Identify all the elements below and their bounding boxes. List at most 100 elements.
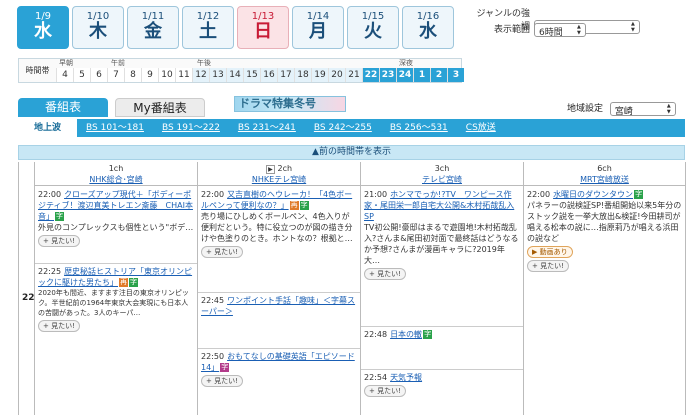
channel-number: 1ch (108, 164, 124, 173)
hour-cell[interactable]: 21 (345, 68, 362, 82)
want-to-watch-button[interactable]: + 見たい! (364, 385, 406, 397)
program-title[interactable]: 日本の轍 (390, 330, 422, 339)
hour-cell[interactable]: 9 (141, 68, 158, 82)
hour-cell[interactable]: 11 (175, 68, 192, 82)
program-title[interactable]: 水曜日のダウンタウン (553, 190, 633, 199)
program-desc: パネラーの説検証SP!番組開始以来5年分のストック説を一挙大放出&検証!今田耕司… (527, 201, 682, 243)
program-time: 22:00 (38, 190, 62, 199)
channel-column: 6ch MRT宮崎放送 22:00 水曜日のダウンタウン字 パネラーの説検証SP!… (524, 162, 686, 415)
hour-cell[interactable]: 4 (56, 68, 73, 82)
want-to-watch-label: 見たい! (540, 262, 564, 270)
region-label: 地域設定 (567, 104, 604, 114)
period-pm: 午後 (197, 59, 211, 67)
category-badge-icon: 字 (220, 363, 230, 372)
prev-timeslot-button[interactable]: ▲前の時間帯を表示 (18, 145, 685, 160)
day-tab[interactable]: 1/13 日 (237, 6, 289, 49)
hour-cell[interactable]: 5 (73, 68, 90, 82)
day-tab[interactable]: 1/9 水 (17, 6, 69, 49)
hour-cell[interactable]: 22 (362, 68, 379, 82)
tab-my-schedule[interactable]: My番組表 (115, 98, 205, 117)
want-to-watch-button[interactable]: + 見たい! (527, 260, 569, 272)
time-bar-label: 時間帯 (25, 66, 50, 75)
drama-banner[interactable]: ドラマ特集冬号 (234, 96, 346, 112)
hour-cell[interactable]: 12 (192, 68, 209, 82)
hour-cell[interactable]: 20 (328, 68, 345, 82)
hour-cell[interactable]: 15 (243, 68, 260, 82)
want-to-watch-button[interactable]: + 見たい! (38, 320, 80, 332)
want-to-watch-label: 見たい! (377, 387, 401, 395)
day-weekday: 月 (309, 21, 327, 42)
nav-bs-191[interactable]: BS 191～222 (153, 119, 229, 137)
hour-cell[interactable]: 1 (413, 68, 430, 82)
subtitle-badge-icon: 字 (129, 278, 138, 287)
program-title[interactable]: ワンポイント手話「趣味」＜字幕スーパー＞ (201, 296, 355, 316)
want-to-watch-label: 見たい! (214, 377, 238, 385)
range-label: 表示範囲 (493, 25, 530, 35)
channel-link[interactable]: NHK総合･宮崎 (89, 175, 142, 184)
want-to-watch-button[interactable]: + 見たい! (38, 235, 80, 247)
hour-cell[interactable]: 6 (90, 68, 107, 82)
day-tab[interactable]: 1/15 火 (347, 6, 399, 49)
hour-cell[interactable]: 7 (107, 68, 124, 82)
play-icon[interactable]: ▶ (265, 165, 275, 174)
nav-terrestrial[interactable]: 地上波 (18, 119, 78, 137)
program-desc: TV初公開!豪邸はまるで遊園地!木村拓哉乱入?さんま&尾田初対面で最終話はどうな… (364, 223, 519, 265)
nav-bs-256[interactable]: BS 256～531 (381, 119, 457, 137)
hour-cell[interactable]: 10 (158, 68, 175, 82)
channel-link[interactable]: MRT宮崎放送 (580, 175, 629, 184)
channel-header: 6ch MRT宮崎放送 (524, 162, 685, 186)
hour-cell[interactable]: 2 (430, 68, 447, 82)
program-cell: 22:50 おもてなしの基礎英語「エピソード14」字 + 見たい! (198, 349, 360, 415)
program-title[interactable]: 天気予報 (390, 373, 422, 382)
channel-link[interactable]: テレビ宮崎 (422, 175, 462, 184)
day-tab[interactable]: 1/14 月 (292, 6, 344, 49)
hour-cell[interactable]: 3 (447, 68, 464, 82)
want-to-watch-button[interactable]: + 見たい! (201, 246, 243, 258)
hour-cell[interactable]: 16 (260, 68, 277, 82)
day-tab[interactable]: 1/16 水 (402, 6, 454, 49)
program-cell: 21:00 ホンマでっか!?TV ワンピース作家・尾田栄一郎自宅大公開&木村拓哉乱… (361, 187, 523, 327)
program-title[interactable]: 歴史秘話ヒストリア「東京オリンピックに駆けた男たち」 (38, 267, 192, 287)
nav-bs-242[interactable]: BS 242～255 (305, 119, 381, 137)
program-time: 22:50 (201, 352, 225, 361)
date-tabs: 1/9 水 1/10 木 1/11 金 1/12 土 1/13 日 1/14 月 1/15 火… (17, 6, 457, 49)
program-cell: 22:25 歴史秘話ヒストリア「東京オリンピックに駆けた男たち」再字 2020年も… (35, 264, 197, 415)
hour-cell[interactable]: 8 (124, 68, 141, 82)
hour-cell[interactable]: 18 (294, 68, 311, 82)
time-bar: 時間帯 早朝 午前 午後 深夜 4 5 6 7 8 9 10 11 12 13 14 15 16 17 18… (18, 58, 464, 83)
channel-column: 3ch テレビ宮崎 21:00 ホンマでっか!?TV ワンピース作家・尾田栄一郎自… (361, 162, 524, 415)
program-time: 21:00 (364, 190, 388, 199)
want-to-watch-label: 見たい! (51, 237, 75, 245)
hour-cell[interactable]: 13 (209, 68, 226, 82)
day-tab[interactable]: 1/11 金 (127, 6, 179, 49)
nav-bs-101[interactable]: BS 101～181 (77, 119, 153, 137)
day-tab[interactable]: 1/12 土 (182, 6, 234, 49)
program-time: 22:25 (38, 267, 62, 276)
range-select[interactable]: 6時間 (534, 22, 586, 38)
program-cell: 22:48 日本の轍字 (361, 327, 523, 370)
hour-cell[interactable]: 23 (379, 68, 396, 82)
want-to-watch-button[interactable]: + 見たい! (201, 375, 243, 387)
hour-cell[interactable]: 17 (277, 68, 294, 82)
nav-bs-231[interactable]: BS 231～241 (229, 119, 305, 137)
period-late: 深夜 (399, 59, 413, 67)
hour-row-label-text: 22 (22, 293, 35, 303)
video-available-button[interactable]: ▶ 動画あり (527, 246, 573, 258)
region-select[interactable]: 宮崎 (609, 101, 676, 117)
broadcast-nav: 地上波 BS 101～181 BS 191～222 BS 231～241 BS … (18, 119, 685, 137)
hour-cell[interactable]: 24 (396, 68, 413, 82)
hour-cell[interactable]: 19 (311, 68, 328, 82)
hour-list: 4 5 6 7 8 9 10 11 12 13 14 15 16 17 18 19 20 21 22 23 24 1 2 3 (56, 68, 464, 82)
want-to-watch-button[interactable]: + 見たい! (364, 268, 406, 280)
subtitle-badge-icon: 字 (634, 190, 644, 199)
channel-number: 3ch (434, 164, 450, 173)
channel-link[interactable]: NHKEテレ宮崎 (252, 175, 306, 184)
nav-cs[interactable]: CS放送 (457, 119, 505, 137)
tab-schedule[interactable]: 番組表 (18, 98, 108, 117)
day-tab[interactable]: 1/10 木 (72, 6, 124, 49)
channel-header: 1ch NHK総合･宮崎 (35, 162, 197, 186)
subtitle-badge-icon: 字 (423, 330, 433, 339)
region-setting: 地域設定 宮崎 (567, 101, 676, 117)
program-cell: 22:54 天気予報 + 見たい! (361, 370, 523, 415)
hour-cell[interactable]: 14 (226, 68, 243, 82)
